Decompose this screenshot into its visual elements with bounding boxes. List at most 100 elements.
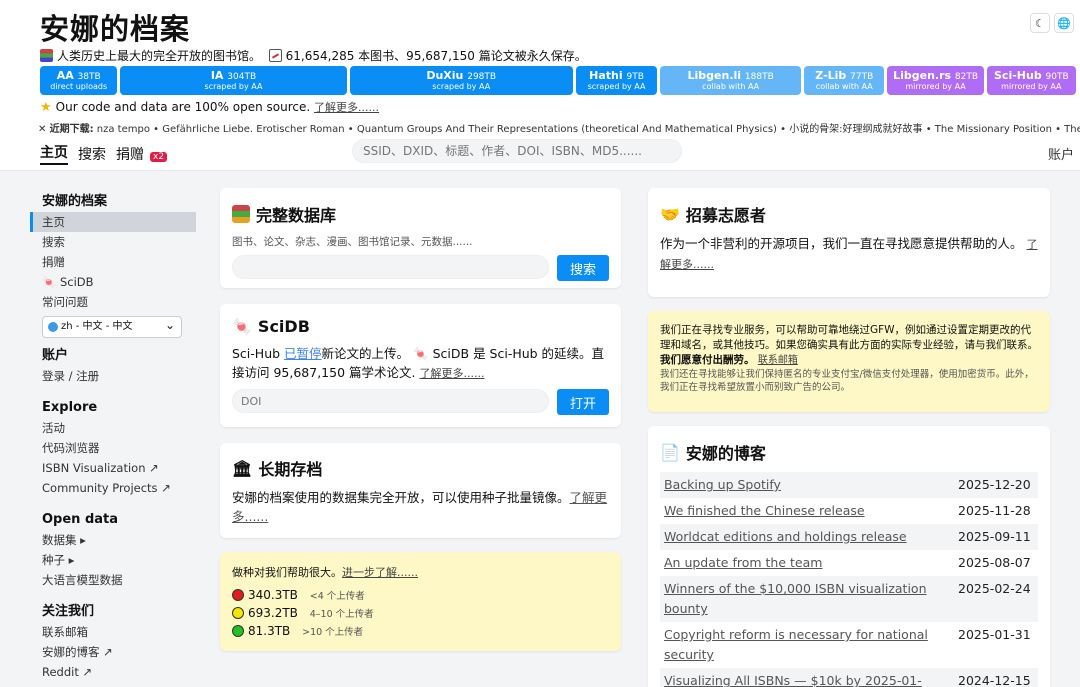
heart-hands-icon: 🤝	[660, 204, 680, 224]
seeding-row: 693.2TB 4–10 个上传者	[232, 604, 609, 622]
account-link[interactable]: 账户	[1048, 144, 1074, 163]
collection-pill-aa[interactable]: AA 38TB direct uploads	[40, 66, 118, 95]
sidebar-item-datasets[interactable]: 数据集 ▸	[30, 530, 196, 550]
header: 安娜的档案 ☾ 🌐 人类历史上最大的完全开放的图书馆。 61,654,285 本…	[0, 0, 1080, 171]
main-nav: 主页 搜索 捐赠 x2	[40, 142, 168, 165]
collection-pills: AA 38TB direct uploads IA 304TB scraped by …	[40, 66, 1076, 95]
paused-link[interactable]: 已暂停	[284, 346, 322, 361]
tab-donate[interactable]: 捐赠 x2	[116, 144, 168, 164]
recent-downloads-list[interactable]: nza tempo • Gefährliche Liebe. Erotische…	[97, 124, 1080, 135]
donate-badge: x2	[150, 151, 168, 162]
blog-post-link[interactable]: Worldcat editions and holdings release	[664, 527, 934, 547]
tab-search[interactable]: 搜索	[78, 144, 106, 164]
sidebar-item-search[interactable]: 搜索	[30, 232, 196, 252]
collection-pill-libgen-li[interactable]: Libgen.li 188TB collab with AA	[660, 66, 802, 95]
sidebar-item-scidb[interactable]: 🍬 SciDB	[30, 272, 196, 292]
blog-post-date: 2025-12-20	[958, 477, 1031, 492]
blog-post-date: 2025-11-28	[958, 503, 1031, 518]
sidebar-heading-explore: Explore	[42, 400, 98, 415]
collection-pill-sci-hub[interactable]: Sci-Hub 90TB mirrored by AA	[986, 66, 1076, 95]
blog-post-date: 2025-02-24	[958, 581, 1031, 596]
sidebar-item-reddit[interactable]: Reddit ↗	[30, 662, 196, 682]
sidebar-item-faq[interactable]: 常问问题	[30, 292, 196, 312]
collection-pill-hathi[interactable]: Hathi 9TB scraped by AA	[575, 66, 658, 95]
seeding-card: 做种对我们帮助很大。进一步了解...... 340.3TB <4 个上传者 693…	[220, 552, 621, 651]
blog-post-link[interactable]: Copyright reform is necessary for nation…	[664, 625, 934, 665]
opensource-note: ★ Our code and data are 100% open source.…	[40, 100, 380, 115]
sidebar-item-email[interactable]: 联系邮箱	[30, 622, 196, 642]
collection-pill-duxiu[interactable]: DuXiu 298TB scraped by AA	[349, 66, 573, 95]
services-contact-link[interactable]: 联系邮箱	[758, 355, 798, 366]
close-icon[interactable]: ✕	[38, 124, 46, 135]
scidb-icon: 🍬	[232, 317, 252, 336]
sidebar-item-llm[interactable]: 大语言模型数据	[30, 570, 196, 590]
sidebar-title: 安娜的档案	[42, 194, 108, 209]
dark-mode-icon[interactable]: ☾	[1030, 13, 1050, 33]
blog-post-row: Winners of the $10,000 ISBN visualizatio…	[660, 576, 1038, 622]
database-search-button[interactable]: 搜索	[557, 255, 609, 281]
tagline: 人类历史上最大的完全开放的图书馆。 61,654,285 本图书、95,687,…	[40, 47, 587, 64]
document-icon: 📄	[660, 442, 680, 462]
sidebar-item-login[interactable]: 登录 / 注册	[30, 366, 196, 386]
chart-icon	[268, 49, 282, 62]
tab-home[interactable]: 主页	[40, 142, 68, 165]
search-input[interactable]	[352, 139, 682, 163]
recent-downloads: ✕ 近期下载: nza tempo • Gefährliche Liebe. E…	[38, 120, 1080, 135]
sidebar-item-blog[interactable]: 安娜的博客 ↗	[30, 642, 196, 662]
blog-post-link[interactable]: Winners of the $10,000 ISBN visualizatio…	[664, 579, 934, 619]
sidebar-item-torrents[interactable]: 种子 ▸	[30, 550, 196, 570]
database-card: 完整数据库 图书、论文、杂志、漫画、图书馆记录、元数据...... 搜索	[220, 188, 621, 288]
status-dot-icon	[232, 625, 244, 637]
blog-post-row: Copyright reform is necessary for nation…	[660, 622, 1038, 668]
blog-post-link[interactable]: An update from the team	[664, 553, 934, 573]
sidebar-item-community[interactable]: Community Projects ↗	[30, 478, 196, 498]
archive-card: 🏛 长期存档 安娜的档案使用的数据集完全开放，可以使用种子批量镜像。了解更多...…	[220, 443, 621, 538]
opensource-learn-more-link[interactable]: 了解更多......	[314, 101, 379, 114]
doi-open-button[interactable]: 打开	[557, 389, 609, 415]
seeding-learn-more-link[interactable]: 进一步了解......	[342, 566, 418, 579]
bank-icon: 🏛	[232, 458, 253, 478]
blog-post-date: 2025-01-31	[958, 627, 1031, 642]
sidebar-heading-follow: 关注我们	[42, 604, 95, 619]
sidebar-item-donate[interactable]: 捐赠	[30, 252, 196, 272]
collection-pill-libgen-rs[interactable]: Libgen.rs 82TB mirrored by AA	[887, 66, 984, 95]
scidb-card: 🍬 SciDB Sci-Hub 已暂停新论文的上传。 🍬 SciDB 是 Sci-…	[220, 304, 621, 427]
collection-pill-z-lib[interactable]: Z-Lib 77TB collab with AA	[804, 66, 885, 95]
seeding-row: 81.3TB >10 个上传者	[232, 622, 609, 640]
sidebar-heading-account: 账户	[42, 348, 69, 363]
blog-post-row: Visualizing All ISBNs — $10k by 2025-01-…	[660, 668, 1038, 687]
language-select[interactable]: zh - 中文 - 中文	[42, 315, 182, 338]
blog-post-link[interactable]: We finished the Chinese release	[664, 501, 934, 521]
blog-post-row: Backing up Spotify 2025-12-20	[660, 472, 1038, 498]
blog-post-link[interactable]: Backing up Spotify	[664, 475, 934, 495]
doi-input[interactable]	[232, 389, 549, 413]
volunteer-card: 🤝 招募志愿者 作为一个非营利的开源项目，我们一直在寻找愿意提供帮助的人。 了解更…	[648, 188, 1050, 297]
site-title[interactable]: 安娜的档案	[40, 6, 190, 48]
globe-icon[interactable]: 🌐	[1054, 13, 1074, 33]
scidb-learn-more-link[interactable]: 了解更多......	[419, 367, 484, 380]
sidebar-item-home[interactable]: 主页	[30, 212, 196, 232]
scidb-icon: 🍬	[413, 346, 429, 361]
books-icon	[232, 205, 250, 223]
services-card: 我们正在寻找专业服务，可以帮助可靠地绕过GFW，例如通过设置定期更改的代理和域名…	[648, 311, 1050, 412]
seeding-row: 340.3TB <4 个上传者	[232, 586, 609, 604]
blog-post-row: Worldcat editions and holdings release 20…	[660, 524, 1038, 550]
blog-post-row: An update from the team 2025-08-07	[660, 550, 1038, 576]
scidb-icon: 🍬	[42, 275, 57, 289]
status-dot-icon	[232, 607, 244, 619]
database-search-input[interactable]	[232, 255, 549, 279]
blog-card: 📄 安娜的博客 Backing up Spotify 2025-12-20 We fi…	[648, 426, 1050, 687]
blog-post-row: We finished the Chinese release 2025-11-2…	[660, 498, 1038, 524]
sidebar-item-codes[interactable]: 代码浏览器	[30, 438, 196, 458]
books-icon	[40, 49, 53, 62]
star-icon: ★	[40, 100, 52, 115]
sidebar: 安娜的档案 主页 搜索 捐赠 🍬 SciDB 常问问题 zh - 中文 - 中文…	[30, 186, 196, 682]
sidebar-heading-opendata: Open data	[42, 512, 119, 527]
blog-post-link[interactable]: Visualizing All ISBNs — $10k by 2025-01-…	[664, 671, 934, 687]
blog-post-date: 2025-08-07	[958, 555, 1031, 570]
sidebar-item-isbn-vis[interactable]: ISBN Visualization ↗	[30, 458, 196, 478]
blog-post-date: 2024-12-15	[958, 673, 1031, 687]
sidebar-item-activity[interactable]: 活动	[30, 418, 196, 438]
collection-pill-ia[interactable]: IA 304TB scraped by AA	[120, 66, 347, 95]
blog-post-date: 2025-09-11	[958, 529, 1031, 544]
